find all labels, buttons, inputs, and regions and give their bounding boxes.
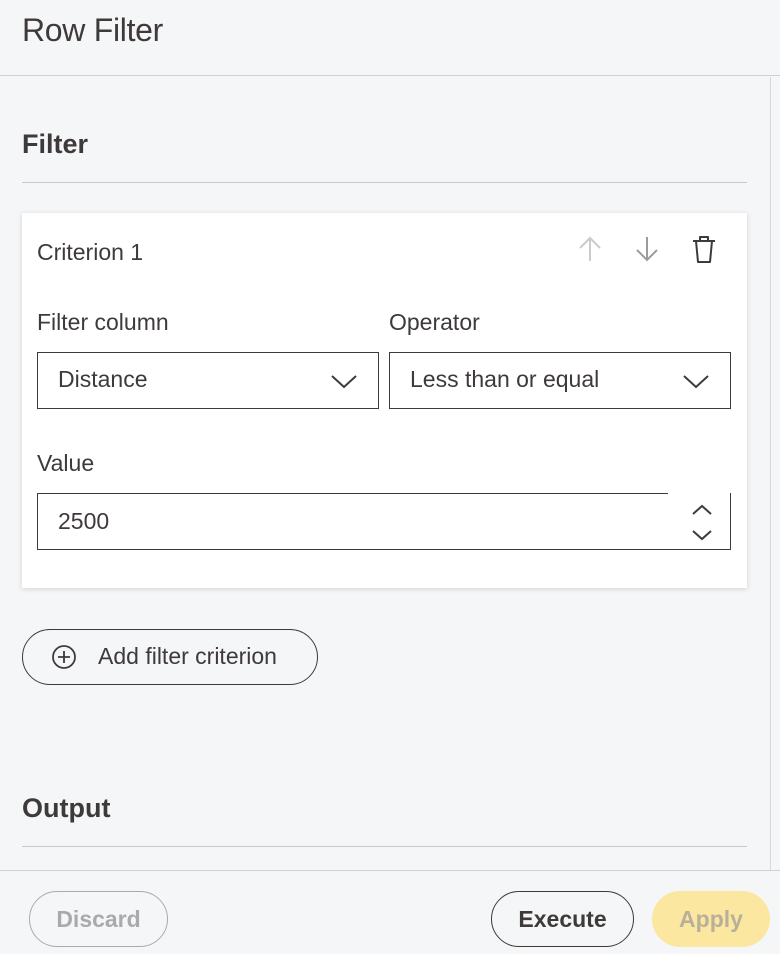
apply-button[interactable]: Apply xyxy=(652,891,770,947)
operator-value: Less than or equal xyxy=(410,366,600,392)
chevron-down-icon xyxy=(683,375,709,389)
filter-section-divider xyxy=(22,182,747,183)
filter-section-title: Filter xyxy=(22,129,89,159)
trash-icon[interactable] xyxy=(686,231,722,267)
output-section-title: Output xyxy=(22,793,111,823)
filter-column-value: Distance xyxy=(58,366,148,392)
operator-label: Operator xyxy=(389,309,480,335)
increment-chevron-up-icon[interactable] xyxy=(688,499,716,521)
dialog-footer: Discard Execute Apply xyxy=(0,870,780,954)
value-stepper xyxy=(668,493,730,550)
filter-column-select[interactable]: Distance xyxy=(37,352,379,409)
criterion-card: Criterion 1 Filter column Operator Dista… xyxy=(22,213,747,588)
value-label: Value xyxy=(37,450,95,476)
vertical-scrollbar[interactable] xyxy=(770,77,780,870)
plus-circle-icon xyxy=(52,645,76,669)
value-number-input[interactable]: 2500 xyxy=(37,493,731,550)
add-filter-criterion-label: Add filter criterion xyxy=(98,643,277,669)
dialog-header: Row Filter xyxy=(0,0,780,76)
criterion-title: Criterion 1 xyxy=(37,239,144,265)
filter-column-label: Filter column xyxy=(37,309,169,335)
arrow-up-icon[interactable] xyxy=(572,231,608,267)
chevron-down-icon xyxy=(331,375,357,389)
page-title: Row Filter xyxy=(22,12,164,48)
add-filter-criterion-button[interactable]: Add filter criterion xyxy=(22,629,318,685)
decrement-chevron-down-icon[interactable] xyxy=(688,524,716,546)
arrow-down-icon[interactable] xyxy=(629,231,665,267)
discard-button[interactable]: Discard xyxy=(29,891,168,947)
execute-button[interactable]: Execute xyxy=(491,891,634,947)
output-section-divider xyxy=(22,846,747,847)
value-input-text: 2500 xyxy=(58,508,110,534)
operator-select[interactable]: Less than or equal xyxy=(389,352,731,409)
settings-scroll-area[interactable]: Filter Criterion 1 Filter column Operato xyxy=(0,77,780,870)
row-filter-dialog: Row Filter Filter Criterion 1 Filter col… xyxy=(0,0,780,954)
